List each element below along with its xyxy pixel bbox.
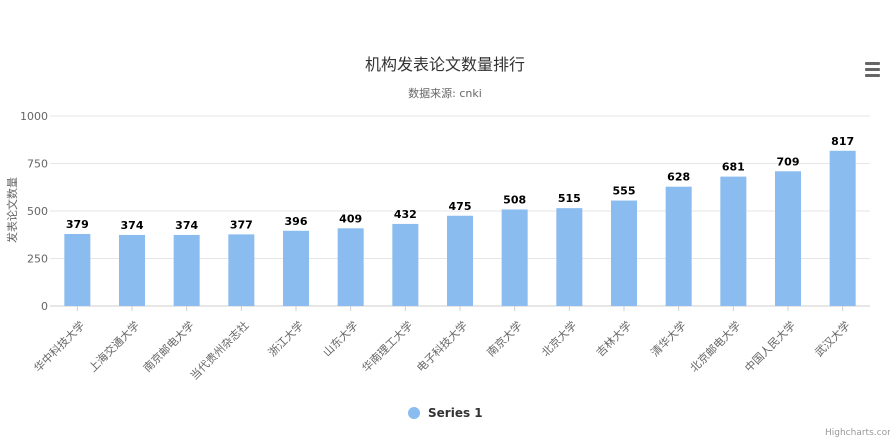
x-tick-label: 北京大学 [538,318,579,359]
chart-subtitle: 数据来源: cnki [408,86,482,100]
x-tick-label: 浙江大学 [265,318,306,359]
x-tick-label: 南京邮电大学 [140,318,197,375]
x-tick-label: 上海交通大学 [86,318,143,375]
data-label: 515 [558,192,581,205]
x-tick-label: 南京大学 [484,318,525,359]
y-axis-title: 发表论文数量 [5,177,19,243]
menu-button[interactable] [865,62,880,77]
y-tick-label: 1000 [20,110,48,123]
data-label: 817 [831,135,854,148]
bar[interactable] [665,186,692,306]
data-label: 508 [503,193,526,206]
y-tick-label: 0 [41,300,48,313]
bar[interactable] [337,228,364,306]
legend[interactable]: Series 1 [408,406,483,420]
bar[interactable] [775,171,801,306]
chart-container: 机构发表论文数量排行 数据来源: cnki 0 250 500 750 1000 379… [0,0,890,437]
bar[interactable] [556,208,583,306]
y-tick-label: 750 [27,158,48,171]
data-label: 377 [230,218,253,231]
x-tick-label: 清华大学 [648,318,689,359]
hamburger-icon-bar [865,74,880,77]
bar[interactable] [501,209,528,306]
legend-label: Series 1 [428,406,483,420]
x-tick-label: 中国人民大学 [742,318,799,375]
x-tick-label: 华中科技大学 [31,318,88,375]
x-tick-label: 山东大学 [320,318,361,359]
bar[interactable] [447,215,473,306]
data-label: 681 [722,161,745,174]
chart-title: 机构发表论文数量排行 [365,55,525,74]
data-label: 374 [175,219,198,232]
bar[interactable] [283,230,309,306]
x-tick-label: 北京邮电大学 [687,318,744,375]
data-label: 374 [121,219,144,232]
legend-marker [408,407,420,419]
bar[interactable] [392,223,419,306]
x-tick-label: 华南理工大学 [359,318,416,375]
credits: Highcharts.com [825,428,890,437]
bar[interactable] [64,233,91,306]
x-axis: 华中科技大学上海交通大学南京邮电大学当代贵州杂志社 浙江大学 山东大学华南理工大学电… [31,306,853,383]
bar[interactable] [228,234,255,306]
bar[interactable] [173,234,200,306]
bar[interactable] [611,200,637,306]
data-label: 379 [66,218,89,231]
data-label: 475 [449,200,472,213]
x-tick-label: 当代贵州杂志社 [187,318,251,382]
hamburger-icon-bar [865,62,880,65]
x-tick-label: 武汉大学 [812,318,853,359]
data-label: 396 [285,215,308,228]
data-label: 709 [777,155,800,168]
y-axis: 0 250 500 750 1000 [20,110,48,313]
data-label: 628 [667,171,690,184]
bar-chart: 机构发表论文数量排行 数据来源: cnki 0 250 500 750 1000 379… [5,55,890,437]
x-tick-label: 吉林大学 [593,318,634,359]
bar[interactable] [829,150,856,306]
bar[interactable] [720,176,747,306]
y-tick-label: 250 [27,253,48,266]
data-label: 432 [394,208,417,221]
hamburger-icon-bar [865,68,880,71]
y-tick-label: 500 [27,205,48,218]
data-label: 555 [613,185,636,198]
data-label: 409 [339,212,362,225]
x-tick-label: 电子科技大学 [414,318,471,375]
bar[interactable] [119,234,145,306]
